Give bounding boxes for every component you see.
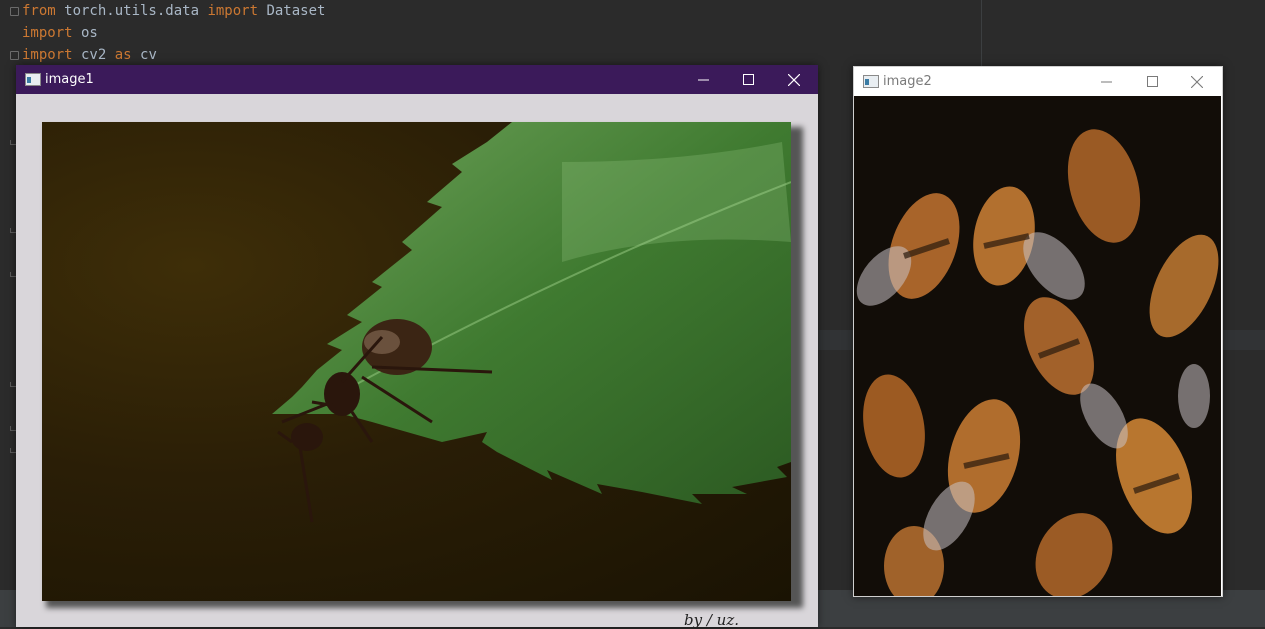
minimize-icon [1100,81,1112,83]
ant-leaf-illustration [272,122,791,523]
minimize-button[interactable] [680,65,726,94]
code-text: cv [131,47,157,63]
fold-icon[interactable] [10,51,19,60]
code-line-1[interactable]: from torch.utils.data import Dataset [22,0,325,22]
fold-icon[interactable] [10,7,19,16]
keyword: import [22,47,73,63]
maximize-button[interactable] [725,65,771,94]
maximize-icon [1146,76,1158,87]
ant-on-leaf-photo [42,122,791,601]
minimize-icon [697,79,709,81]
keyword: import [22,25,73,41]
bees-illustration [856,129,1219,596]
photo-caption: by / uz. [684,611,739,629]
image1-titlebar[interactable]: image1 [16,65,818,94]
maximize-icon [742,74,754,85]
bees-cluster-photo [854,96,1221,596]
image1-window[interactable]: image1 by / uz. [16,65,818,629]
window-app-icon [863,75,879,88]
window-app-icon [25,73,41,86]
image1-title: image1 [45,72,94,87]
close-button[interactable] [1174,67,1220,96]
editor-divider [981,0,982,66]
close-icon [1191,75,1203,88]
image2-titlebar[interactable]: image2 [854,67,1222,96]
code-text: os [72,25,98,41]
code-text: cv2 [72,47,115,63]
maximize-button[interactable] [1129,67,1175,96]
close-button[interactable] [771,65,817,94]
code-line-3[interactable]: import cv2 as cv [22,44,157,66]
code-line-2[interactable]: import os [22,22,98,44]
image2-window[interactable]: image2 [853,66,1223,597]
code-text: Dataset [258,3,326,19]
close-icon [788,73,800,86]
code-text: torch.utils.data [55,3,208,19]
image2-title: image2 [883,74,932,89]
keyword: from [22,3,56,19]
bee-bodies [863,129,1219,596]
keyword: import [207,3,259,19]
keyword: as [114,47,132,63]
minimize-button[interactable] [1083,67,1129,96]
